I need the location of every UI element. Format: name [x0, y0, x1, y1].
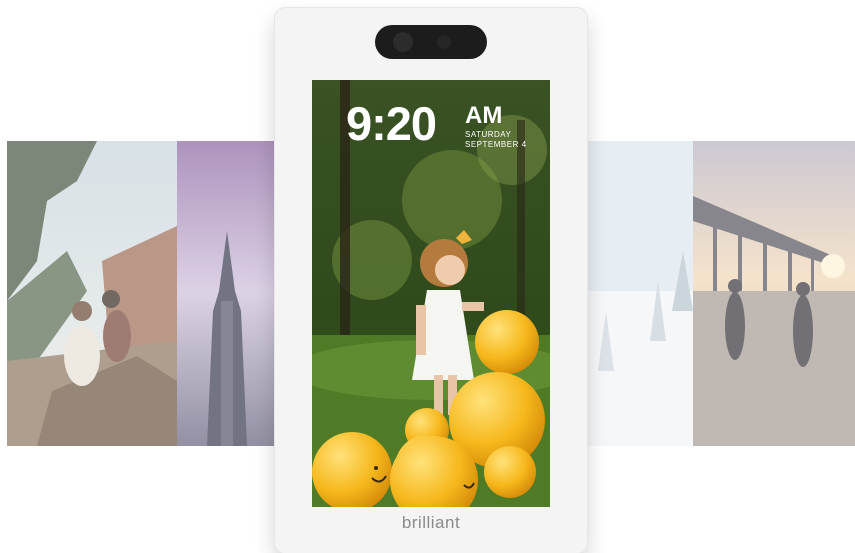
- hikers-photo: [7, 141, 177, 446]
- clock-day: SATURDAY: [465, 130, 512, 139]
- clock-widget: 9:20 AM SATURDAY SEPTEMBER 4: [346, 97, 526, 150]
- tower-photo: [177, 141, 275, 446]
- sensor-icon: [437, 35, 451, 49]
- smart-display-device: 9:20 AM SATURDAY SEPTEMBER 4 brilliant: [275, 8, 587, 553]
- clock-date: SEPTEMBER 4: [465, 140, 527, 149]
- camera-bar: [375, 25, 487, 59]
- display-screen[interactable]: 9:20 AM SATURDAY SEPTEMBER 4: [312, 80, 550, 507]
- camera-lens-icon: [393, 32, 413, 52]
- clock-time: 9:20: [346, 97, 437, 150]
- clock-ampm: AM: [465, 102, 503, 129]
- brand-logo: brilliant: [401, 513, 461, 532]
- pier-sunset-photo: [693, 141, 855, 446]
- snowy-trees-photo: [588, 141, 693, 446]
